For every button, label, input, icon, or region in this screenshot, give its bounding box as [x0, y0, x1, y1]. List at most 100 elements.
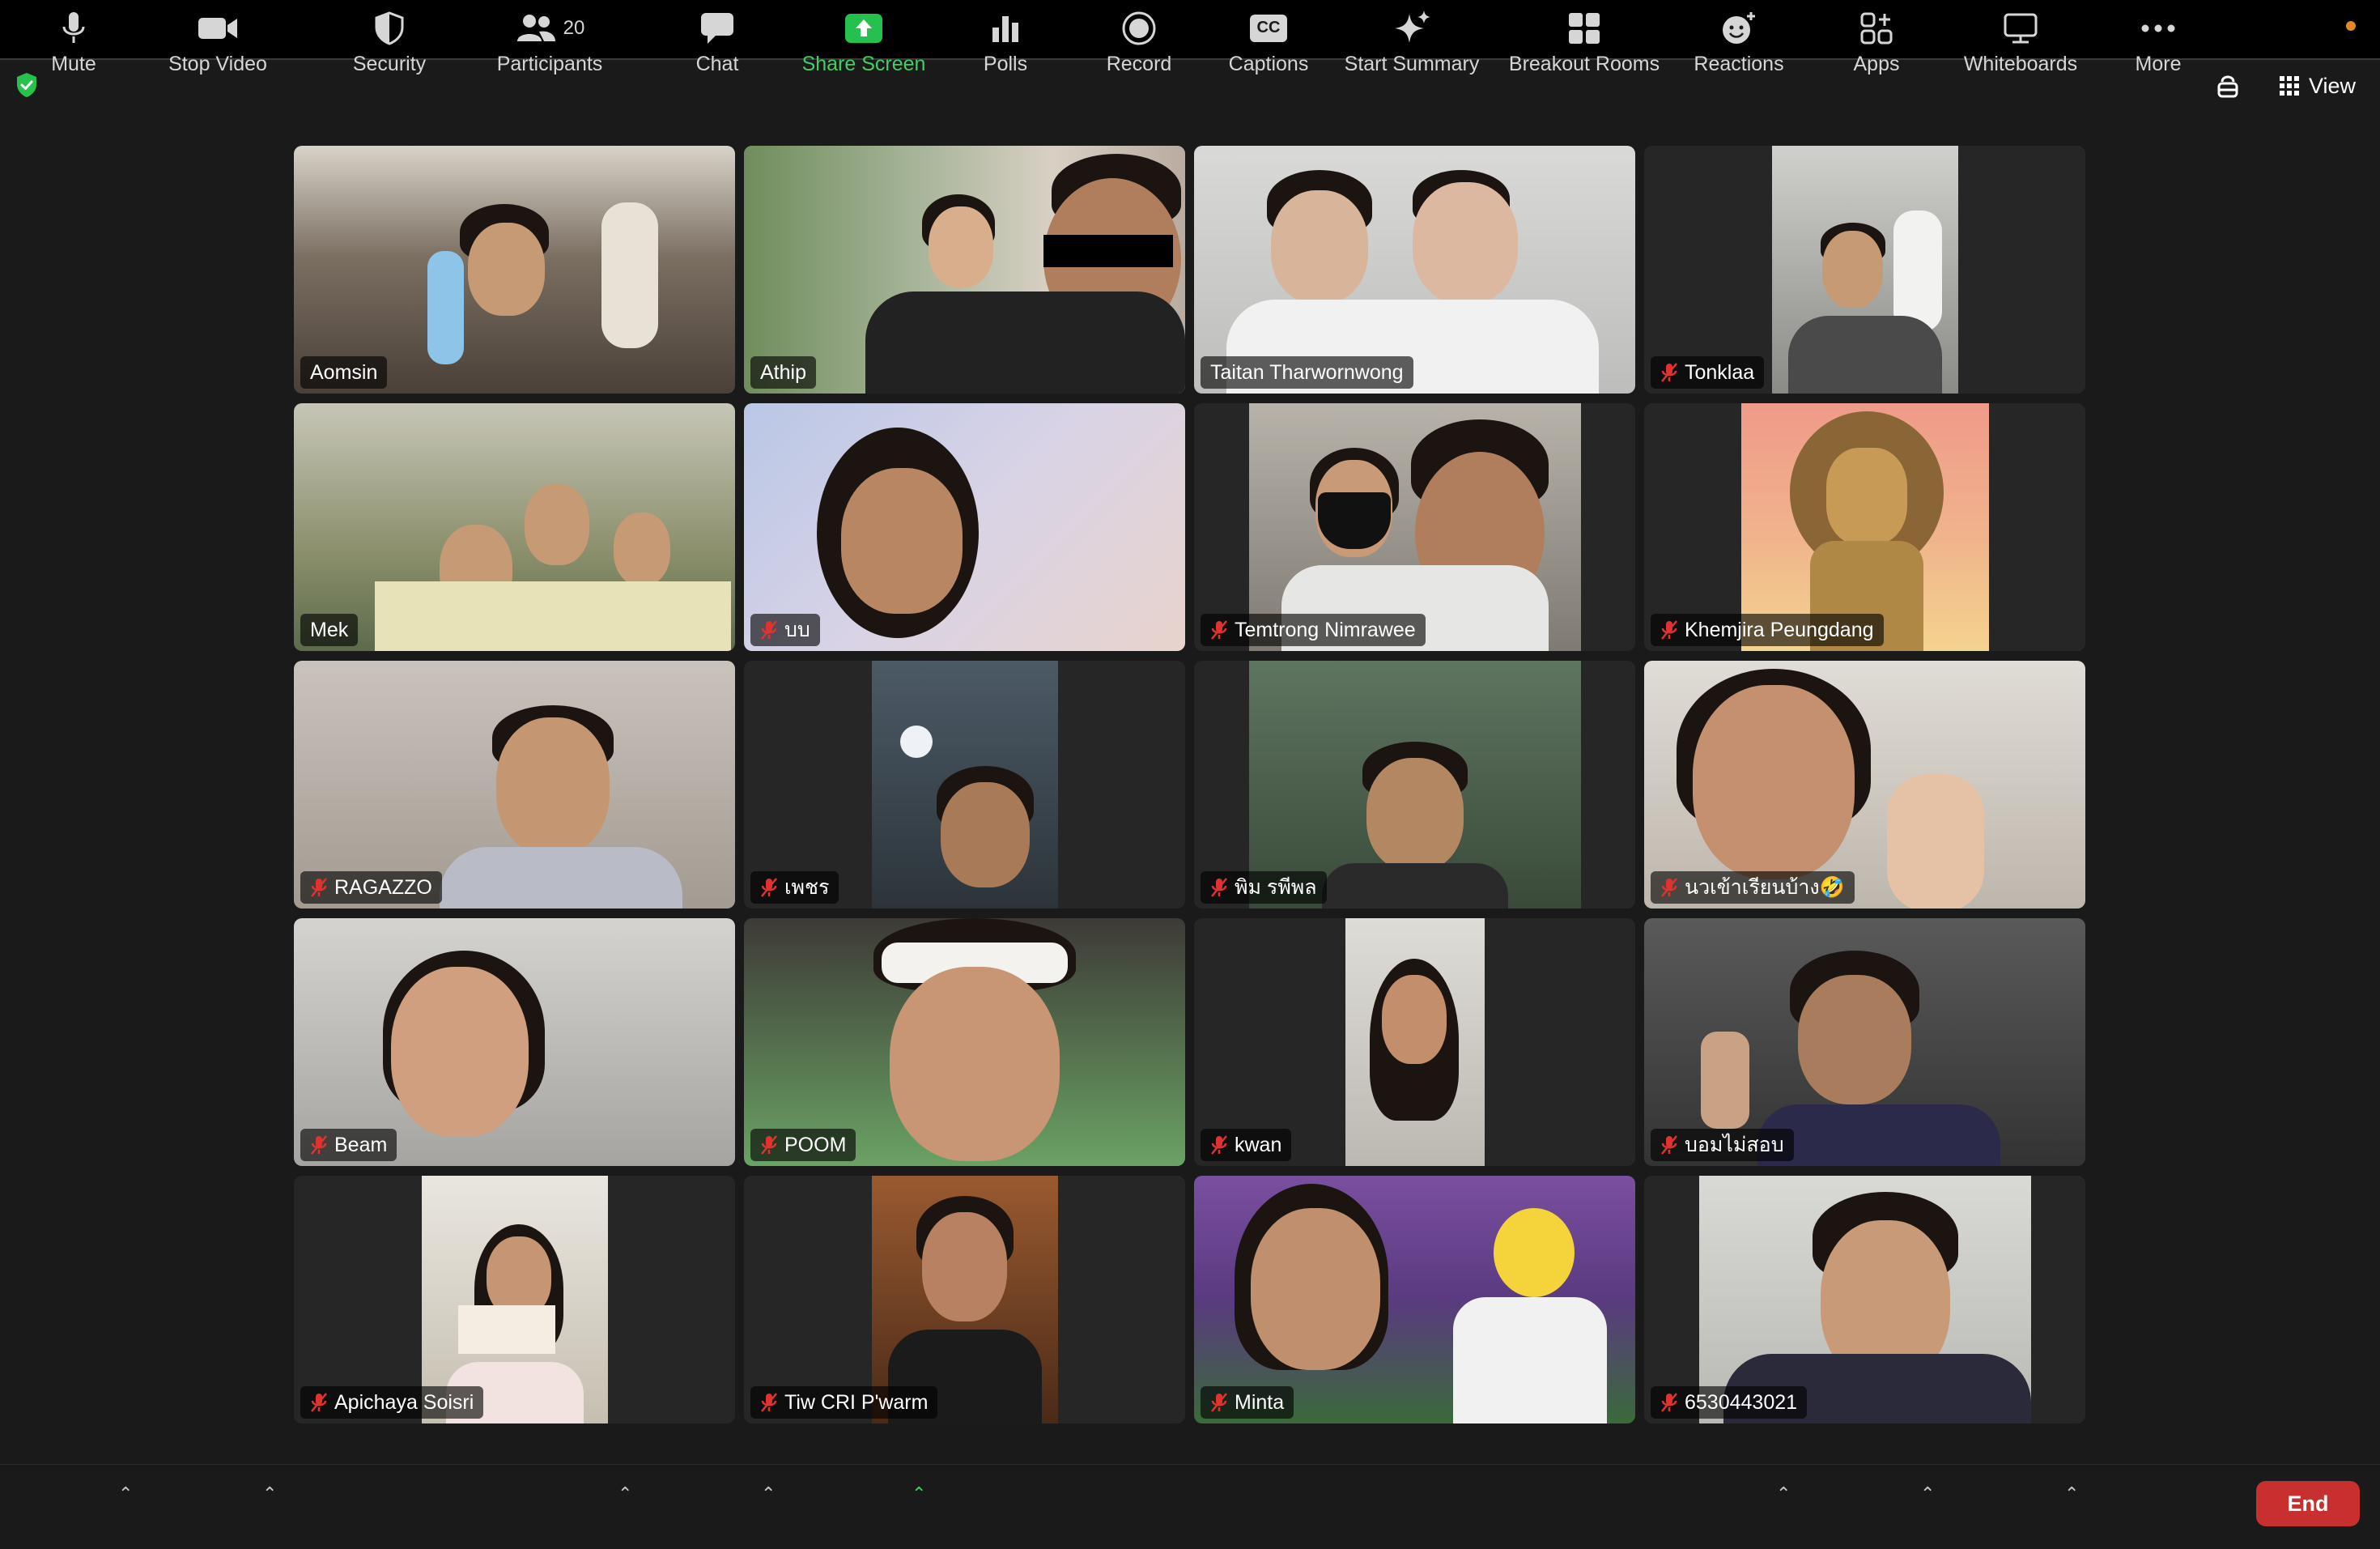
participant-tile[interactable]: บอมไม่สอบ	[1644, 918, 2085, 1166]
record-button[interactable]: Record	[1103, 0, 1175, 84]
participant-name: Tiw CRI P'warm	[784, 1390, 929, 1414]
participant-name-tag: Tiw CRI P'warm	[750, 1386, 938, 1419]
participant-name: พิม รพีพล	[1235, 876, 1317, 899]
security-shield-icon	[375, 11, 404, 45]
participant-tile[interactable]: Aomsin	[294, 146, 735, 394]
participant-video	[1771, 146, 1958, 394]
record-label: Record	[1106, 52, 1172, 75]
microphone-muted-icon	[1211, 878, 1227, 897]
polls-label: Polls	[983, 52, 1028, 75]
microphone-muted-icon	[311, 1393, 327, 1412]
participant-tile[interactable]: เพชร	[744, 661, 1185, 909]
participant-name: 6530443021	[1685, 1390, 1798, 1414]
participant-name: POOM	[784, 1133, 847, 1156]
participant-name-tag: RAGAZZO	[300, 871, 442, 904]
participant-tile-active-speaker[interactable]: Athip	[744, 146, 1185, 394]
participant-name-tag: Tonklaa	[1651, 356, 1765, 389]
start-summary-button[interactable]: Start Summary	[1342, 0, 1481, 84]
participant-tile[interactable]: kwan	[1194, 918, 1635, 1166]
participant-tile[interactable]: Taitan Tharwornwong	[1194, 146, 1635, 394]
participant-tile[interactable]: Minta	[1194, 1176, 1635, 1423]
participant-name: Apichaya Soisri	[334, 1390, 474, 1414]
sparkle-icon	[1395, 10, 1430, 43]
participant-tile[interactable]: Beam	[294, 918, 735, 1166]
more-button[interactable]: More	[2126, 0, 2191, 84]
microphone-muted-icon	[1211, 1393, 1227, 1412]
polls-button[interactable]: Polls	[971, 0, 1039, 84]
chat-options-chevron-icon[interactable]: ⌃	[761, 1483, 777, 1504]
whiteboards-options-chevron-icon[interactable]: ⌃	[2064, 1483, 2080, 1504]
microphone-muted-icon	[311, 1135, 327, 1155]
microphone-muted-icon	[1211, 1135, 1227, 1155]
participant-name-tag: Apichaya Soisri	[300, 1386, 484, 1419]
participant-name: kwan	[1235, 1133, 1282, 1156]
reactions-label: Reactions	[1694, 52, 1784, 75]
microphone-muted-icon	[1211, 620, 1227, 640]
share-screen-options-chevron-icon[interactable]: ⌃	[912, 1483, 928, 1504]
stop-video-button[interactable]: Stop Video	[165, 0, 270, 84]
microphone-muted-icon	[1661, 620, 1677, 640]
participant-tile[interactable]: RAGAZZO	[294, 661, 735, 909]
immersive-view-icon[interactable]	[2212, 70, 2244, 102]
reactions-button[interactable]: Reactions	[1694, 0, 1784, 84]
participant-tile[interactable]: บบ	[744, 403, 1185, 651]
share-screen-button[interactable]: Share Screen	[801, 0, 926, 84]
meeting-toolbar	[0, 1464, 2380, 1549]
encryption-shield-icon[interactable]	[15, 71, 39, 99]
participant-tile[interactable]: Tiw CRI P'warm	[744, 1176, 1185, 1423]
gallery-grid: Aomsin Athip Taitan Tharwornwong Tonklaa…	[294, 146, 2085, 1423]
microphone-muted-icon	[1661, 363, 1677, 382]
participants-button[interactable]: 20 Participants	[491, 0, 609, 84]
participant-name: นวเข้าเรียนบ้าง🤣	[1685, 876, 1845, 899]
participant-name: บบ	[784, 619, 810, 641]
participant-tile[interactable]: Temtrong Nimrawee	[1194, 403, 1635, 651]
participant-name: Beam	[334, 1133, 388, 1156]
participant-name-tag: บบ	[750, 614, 820, 646]
microphone-muted-icon	[761, 1135, 777, 1155]
apps-button[interactable]: Apps	[1844, 0, 1909, 84]
mute-options-chevron-icon[interactable]: ⌃	[118, 1483, 134, 1504]
chat-bubble-icon	[701, 12, 733, 44]
captions-button[interactable]: CC Captions	[1226, 0, 1311, 84]
mute-label: Mute	[51, 52, 96, 75]
participant-tile[interactable]: พิม รพีพล	[1194, 661, 1635, 909]
security-button[interactable]: Security	[344, 0, 435, 84]
participant-tile[interactable]: นวเข้าเรียนบ้าง🤣	[1644, 661, 2085, 909]
participant-tile[interactable]: Apichaya Soisri	[294, 1176, 735, 1423]
participant-tile[interactable]: POOM	[744, 918, 1185, 1166]
participant-count: 20	[563, 16, 585, 39]
microphone-muted-icon	[761, 1393, 777, 1412]
microphone-muted-icon	[1661, 1135, 1677, 1155]
participant-tile[interactable]: Khemjira Peungdang	[1644, 403, 2085, 651]
participant-tile[interactable]: 6530443021	[1644, 1176, 2085, 1423]
breakout-rooms-label: Breakout Rooms	[1508, 52, 1660, 75]
participant-video	[1345, 918, 1485, 1166]
apps-options-chevron-icon[interactable]: ⌃	[1920, 1483, 1936, 1504]
participant-tile[interactable]: Mek	[294, 403, 735, 651]
view-button[interactable]: View	[2279, 74, 2356, 99]
grid-view-icon	[2279, 76, 2299, 96]
video-options-chevron-icon[interactable]: ⌃	[262, 1483, 278, 1504]
polls-bar-chart-icon	[992, 15, 1018, 42]
breakout-rooms-grid-icon	[1569, 12, 1600, 44]
security-label: Security	[352, 52, 427, 75]
participant-name: Mek	[310, 618, 349, 641]
mute-button[interactable]: Mute	[40, 0, 107, 84]
breakout-rooms-button[interactable]: Breakout Rooms	[1507, 0, 1661, 84]
participant-name-tag: Beam	[300, 1129, 397, 1161]
whiteboards-button[interactable]: Whiteboards	[1957, 0, 2084, 84]
reactions-options-chevron-icon[interactable]: ⌃	[1776, 1483, 1792, 1504]
end-meeting-button[interactable]: End	[2256, 1481, 2360, 1526]
participant-name-tag: บอมไม่สอบ	[1651, 1129, 1794, 1161]
participants-options-chevron-icon[interactable]: ⌃	[618, 1483, 634, 1504]
participant-name-tag: Mek	[300, 614, 359, 646]
participant-name-tag: Aomsin	[300, 356, 388, 389]
stop-video-label: Stop Video	[168, 52, 267, 75]
chat-button[interactable]: Chat	[685, 0, 750, 84]
participant-name-tag: POOM	[750, 1129, 856, 1161]
top-right-controls: View	[2212, 70, 2356, 102]
participant-name-tag: 6530443021	[1651, 1386, 1808, 1419]
participant-tile[interactable]: Tonklaa	[1644, 146, 2085, 394]
microphone-icon	[62, 11, 85, 43]
participant-name-tag: Khemjira Peungdang	[1651, 614, 1884, 646]
